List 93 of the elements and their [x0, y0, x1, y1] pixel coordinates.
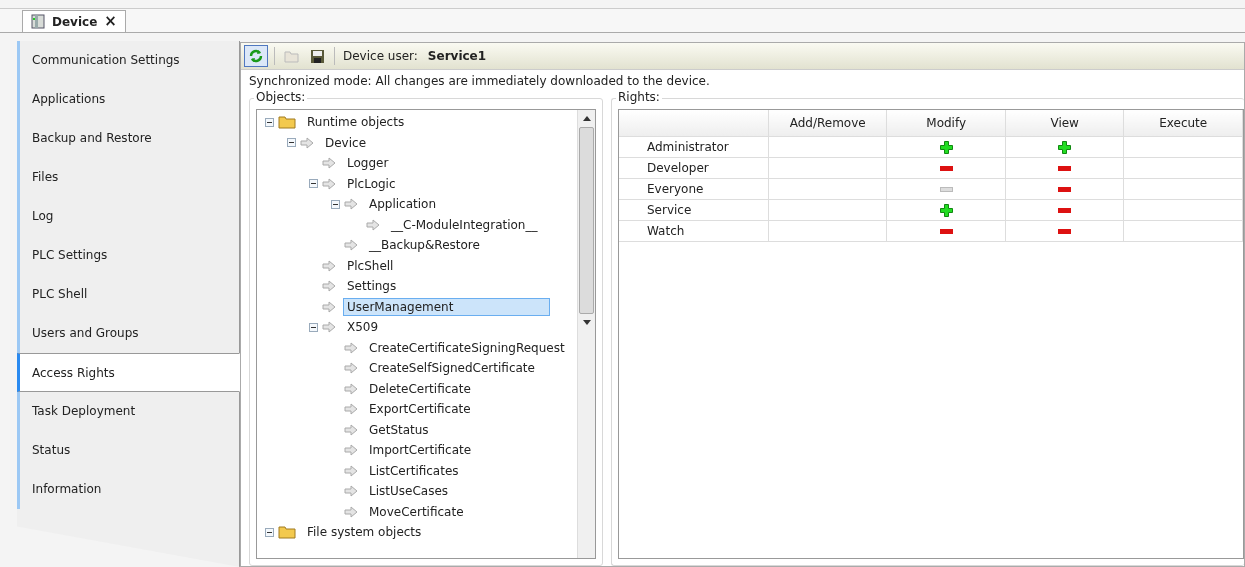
arrow-icon — [322, 300, 336, 313]
arrow-icon — [344, 341, 358, 354]
tree-item[interactable]: UserManagement — [343, 297, 551, 316]
plus-icon[interactable] — [939, 204, 953, 217]
scroll-down-icon[interactable] — [582, 320, 591, 325]
plus-icon[interactable] — [1058, 141, 1072, 154]
arrow-icon — [322, 321, 336, 334]
arrow-icon — [344, 464, 358, 477]
arrow-icon — [344, 362, 358, 375]
group-name-cell: Service — [619, 199, 769, 221]
arrow-icon — [366, 218, 380, 231]
folder-icon — [278, 525, 296, 540]
collapse-icon[interactable] — [265, 527, 274, 537]
tree-item[interactable]: Logger — [343, 154, 393, 173]
sidebar-item[interactable]: Applications — [17, 80, 240, 119]
device-user-label: Device user: — [343, 49, 418, 63]
arrow-icon — [344, 444, 358, 457]
minus-icon[interactable] — [939, 229, 953, 234]
device-icon — [31, 14, 45, 29]
sidebar-item[interactable]: Task Deployment — [17, 392, 240, 431]
tree-item[interactable]: Runtime objects — [303, 113, 409, 132]
group-name-cell: Administrator — [619, 136, 769, 158]
minus-icon[interactable] — [939, 166, 953, 171]
collapse-icon[interactable] — [309, 322, 318, 332]
column-header: View — [1005, 110, 1124, 137]
group-title: Rights: — [616, 90, 662, 104]
minus-icon[interactable] — [1058, 187, 1072, 192]
scrollbar[interactable] — [577, 110, 595, 558]
tree-item[interactable]: ListCertificates — [365, 461, 463, 480]
column-header: Add/Remove — [768, 110, 887, 137]
tree-item[interactable]: PlcShell — [343, 256, 398, 275]
minus-icon[interactable] — [1058, 208, 1072, 213]
sidebar-item[interactable]: Log — [17, 197, 240, 236]
tree-item[interactable]: __C-ModuleIntegration__ — [387, 215, 542, 234]
sync-button[interactable] — [244, 45, 268, 67]
save-icon[interactable] — [310, 48, 325, 64]
sidebar-item[interactable]: Access Rights — [17, 353, 240, 392]
tree-item[interactable]: PlcLogic — [343, 174, 400, 193]
sidebar-item[interactable]: Communication Settings — [17, 41, 240, 80]
tree-item[interactable]: Device — [321, 133, 371, 152]
tree-item[interactable]: DeleteCertificate — [365, 379, 475, 398]
minus-icon[interactable] — [1058, 166, 1072, 171]
tree-item[interactable]: ImportCertificate — [365, 441, 476, 460]
arrow-icon — [344, 239, 358, 252]
tree-item[interactable]: X509 — [343, 318, 383, 337]
tree-item[interactable]: ListUseCases — [365, 482, 452, 501]
tab-title: Device — [52, 14, 98, 29]
arrow-icon — [344, 505, 358, 518]
device-user-name: Service1 — [427, 49, 487, 63]
tree-item[interactable]: __Backup&Restore — [365, 236, 484, 255]
collapse-icon[interactable] — [309, 179, 318, 189]
arrow-icon — [344, 382, 358, 395]
arrow-icon — [322, 259, 336, 272]
minus-icon[interactable] — [1058, 229, 1072, 234]
sync-mode-text: Synchronized mode: All changes are immediately downloaded to the device. — [248, 73, 711, 90]
arrow-icon — [344, 403, 358, 416]
tree-item[interactable]: CreateCertificateSigningRequest — [365, 338, 569, 357]
tree-item[interactable]: MoveCertificate — [365, 502, 468, 521]
collapse-icon[interactable] — [331, 199, 340, 209]
tree-item[interactable]: File system objects — [303, 523, 426, 542]
sidebar-item[interactable]: Backup and Restore — [17, 119, 240, 158]
tree-item[interactable]: Settings — [343, 277, 401, 296]
editor-tab[interactable]: Device × — [22, 10, 126, 32]
plus-icon[interactable] — [939, 141, 953, 154]
arrow-icon — [344, 198, 358, 211]
sidebar-item[interactable]: PLC Shell — [17, 275, 240, 314]
collapse-icon[interactable] — [265, 117, 274, 127]
tree-item[interactable]: GetStatus — [365, 420, 433, 439]
arrow-icon — [300, 136, 314, 149]
column-header: Execute — [1123, 110, 1243, 137]
group-name-cell: Everyone — [619, 178, 769, 200]
arrow-icon — [322, 157, 336, 170]
group-name-cell: Watch — [619, 220, 769, 242]
tree-item[interactable]: CreateSelfSignedCertificate — [365, 359, 539, 378]
collapse-icon[interactable] — [287, 138, 296, 148]
sidebar-item[interactable]: Status — [17, 431, 240, 470]
group-title: Objects: — [254, 90, 308, 104]
sidebar-item[interactable]: Information — [17, 470, 240, 509]
tree-item[interactable]: ExportCertificate — [365, 400, 475, 419]
sidebar-item[interactable]: PLC Settings — [17, 236, 240, 275]
scroll-up-icon[interactable] — [582, 116, 591, 121]
arrow-icon — [322, 177, 336, 190]
arrow-icon — [344, 485, 358, 498]
folder-icon — [278, 115, 296, 130]
sidebar-item[interactable]: Files — [17, 158, 240, 197]
arrow-icon — [344, 423, 358, 436]
column-header: Modify — [886, 110, 1006, 137]
close-icon[interactable]: × — [104, 14, 117, 29]
sidebar-item[interactable]: Users and Groups — [17, 314, 240, 353]
arrow-icon — [322, 280, 336, 293]
tree-item[interactable]: Application — [365, 195, 441, 214]
group-name-cell: Developer — [619, 157, 769, 179]
refresh-icon — [249, 49, 263, 63]
